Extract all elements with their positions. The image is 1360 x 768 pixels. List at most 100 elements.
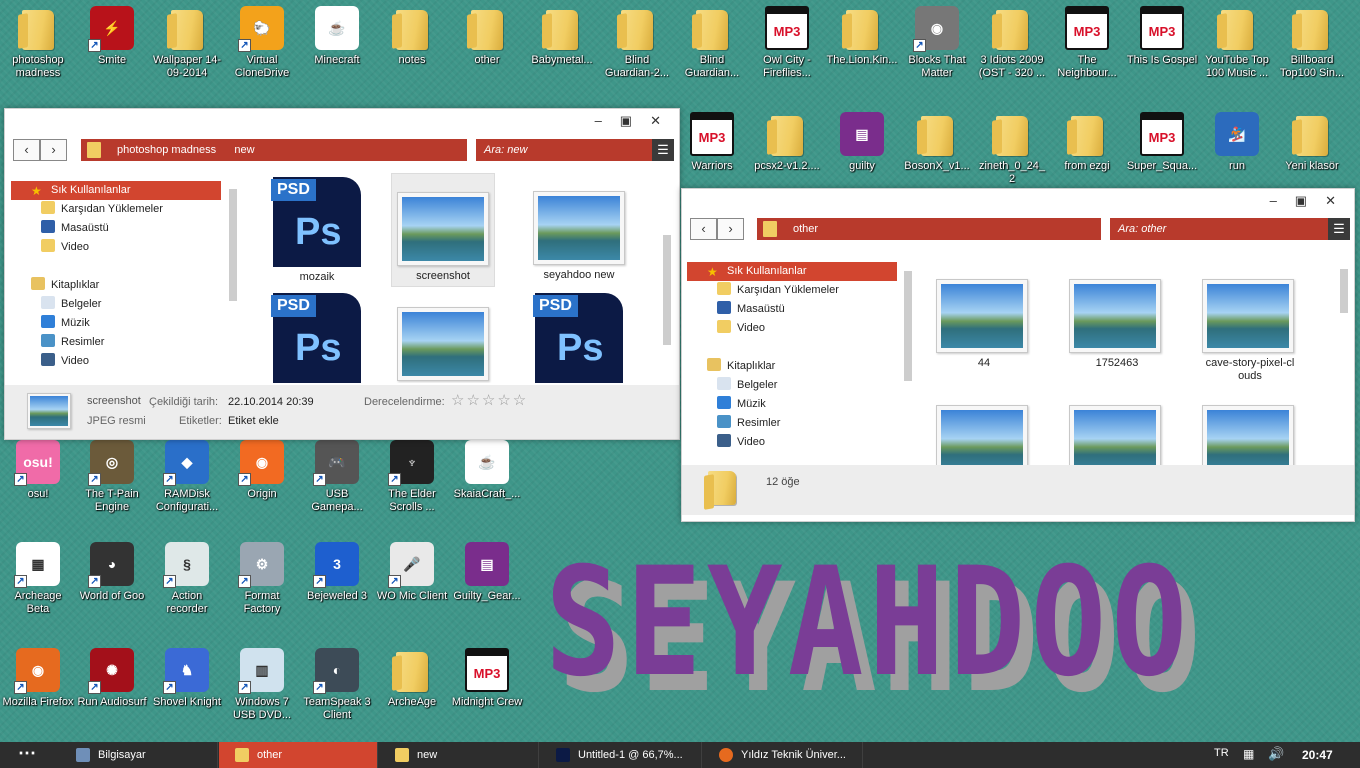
network-icon[interactable]: ▦ — [1243, 747, 1254, 761]
nav-item[interactable]: ★ Sık Kullanılanlar — [687, 262, 897, 281]
nav-item[interactable]: Video — [11, 238, 221, 257]
nav-item[interactable]: Video — [687, 433, 897, 452]
desktop-icon-item[interactable]: ▦ ↗ Archeage Beta — [0, 540, 76, 616]
volume-icon[interactable]: 🔊 — [1268, 746, 1284, 762]
search-input[interactable]: Ara: other — [1110, 218, 1328, 240]
desktop-icon-item[interactable]: 🐑 ↗ Virtual CloneDrive — [224, 4, 300, 80]
nav-item[interactable]: Masaüstü — [11, 219, 221, 238]
file-item[interactable]: 1752463 — [1069, 279, 1165, 370]
desktop-icon-item[interactable]: § ↗ Action recorder — [149, 540, 225, 616]
desktop-icon-item[interactable]: ◆ ↗ RAMDisk Configurati... — [149, 438, 225, 514]
forward-button[interactable]: › — [40, 139, 67, 161]
nav-item[interactable]: Belgeler — [687, 376, 897, 395]
desktop-icon-item[interactable]: ☕ Minecraft — [299, 4, 375, 67]
desktop-icon-item[interactable]: ◉ ↗ Mozilla Firefox — [0, 646, 76, 709]
nav-item[interactable]: Resimler — [687, 414, 897, 433]
taskbar-button[interactable]: Untitled-1 @ 66,7%... — [540, 742, 702, 768]
desktop-icon-item[interactable]: ▤ Guilty_Gear... — [449, 540, 525, 603]
clock[interactable]: 20:47 — [1302, 748, 1333, 762]
nav-item[interactable]: Kitaplıklar — [687, 357, 897, 376]
nav-item[interactable]: Kitaplıklar — [11, 276, 221, 295]
language-indicator[interactable]: TR — [1214, 747, 1229, 759]
desktop-icon-item[interactable]: 3 Idiots 2009 (OST - 320 ... — [974, 4, 1050, 80]
desktop-icon-item[interactable]: 🎮 ↗ USB Gamepa... — [299, 438, 375, 514]
desktop-icon-item[interactable]: ⚡ ↗ Smite — [74, 4, 150, 67]
file-item[interactable] — [391, 289, 495, 383]
desktop-icon-item[interactable]: 🎤 ↗ WO Mic Client — [374, 540, 450, 603]
file-item[interactable]: PSD Ps — [527, 289, 631, 383]
desktop-icon-item[interactable]: YouTube Top 100 Music ... — [1199, 4, 1275, 80]
nav-item[interactable]: Müzik — [687, 395, 897, 414]
nav-item[interactable]: ★ Sık Kullanılanlar — [11, 181, 221, 200]
desktop-icon-item[interactable]: Babymetal... — [524, 4, 600, 67]
taskbar-button[interactable]: Yıldız Teknik Üniver... — [703, 742, 863, 768]
desktop-icon-item[interactable]: zineth_0_24_2 — [974, 110, 1050, 186]
desktop-icon-item[interactable]: ◉ ↗ Origin — [224, 438, 300, 501]
close-icon[interactable]: ✕ — [1325, 193, 1336, 209]
desktop-icon-item[interactable]: notes — [374, 4, 450, 67]
nav-scrollbar[interactable] — [904, 271, 912, 381]
address-bar[interactable]: photoshop madness new — [81, 139, 467, 161]
desktop-icon-item[interactable]: Blind Guardian... — [674, 4, 750, 80]
nav-item[interactable]: Video — [687, 319, 897, 338]
desktop-icon-item[interactable]: osu! ↗ osu! — [0, 438, 76, 501]
nav-item[interactable]: Belgeler — [11, 295, 221, 314]
desktop-icon-item[interactable]: ✺ ↗ Run Audiosurf — [74, 646, 150, 709]
desktop-icon-item[interactable]: ☕ SkaiaCraft_... — [449, 438, 525, 501]
desktop-icon-item[interactable]: ArcheAge — [374, 646, 450, 709]
maximize-icon[interactable]: ▣ — [1295, 193, 1307, 209]
nav-item[interactable]: Video — [11, 352, 221, 371]
desktop-icon-item[interactable]: MP3 Warriors — [674, 110, 750, 173]
desktop-icon-item[interactable]: photoshop madness — [0, 4, 76, 80]
file-item[interactable] — [1202, 405, 1298, 465]
nav-item[interactable]: Resimler — [11, 333, 221, 352]
maximize-icon[interactable]: ▣ — [620, 113, 632, 129]
desktop-icon-item[interactable]: MP3 Midnight Crew — [449, 646, 525, 709]
file-item[interactable] — [1069, 405, 1165, 465]
file-item[interactable]: PSD Ps — [265, 289, 369, 383]
desktop-icon-item[interactable]: ◉ ↗ Blocks That Matter — [899, 4, 975, 80]
taskbar-button[interactable]: new — [379, 742, 539, 768]
nav-item[interactable]: Müzik — [11, 314, 221, 333]
desktop-icon-item[interactable]: MP3 Super_Squa... — [1124, 110, 1200, 173]
file-item[interactable]: seyahdoo new — [527, 173, 631, 287]
desktop-icon-item[interactable]: ♞ ↗ Shovel Knight — [149, 646, 225, 709]
file-item[interactable]: PSD Ps mozaik — [265, 173, 369, 287]
desktop-icon-item[interactable]: ◎ ↗ The T-Pain Engine — [74, 438, 150, 514]
start-button[interactable]: ⋯ — [0, 742, 54, 768]
nav-scrollbar[interactable] — [229, 189, 237, 301]
nav-item[interactable]: Karşıdan Yüklemeler — [11, 200, 221, 219]
menu-button[interactable]: ☰ — [1328, 218, 1350, 240]
desktop-icon-item[interactable]: from ezgi — [1049, 110, 1125, 173]
detail-tags-value[interactable]: Etiket ekle — [228, 415, 279, 427]
desktop-icon-item[interactable]: pcsx2-v1.2.... — [749, 110, 825, 173]
desktop-icon-item[interactable]: ♆ ↗ The Elder Scrolls ... — [374, 438, 450, 514]
back-button[interactable]: ‹ — [13, 139, 40, 161]
files-scrollbar[interactable] — [663, 235, 671, 345]
desktop-icon-item[interactable]: Blind Guardian-2... — [599, 4, 675, 80]
forward-button[interactable]: › — [717, 218, 744, 240]
file-item[interactable]: 44 — [936, 279, 1032, 370]
desktop-icon-item[interactable]: other — [449, 4, 525, 67]
taskbar-button[interactable]: Bilgisayar — [60, 742, 218, 768]
nav-item[interactable]: Karşıdan Yüklemeler — [687, 281, 897, 300]
desktop-icon-item[interactable]: Wallpaper 14-09-2014 — [149, 4, 225, 80]
desktop-icon-item[interactable]: ◐ ↗ TeamSpeak 3 Client — [299, 646, 375, 722]
desktop-icon-item[interactable]: ◕ ↗ World of Goo — [74, 540, 150, 603]
file-item[interactable]: screenshot — [391, 173, 495, 287]
menu-button[interactable]: ☰ — [652, 139, 674, 161]
taskbar-button[interactable]: other — [219, 742, 378, 768]
back-button[interactable]: ‹ — [690, 218, 717, 240]
desktop-icon-item[interactable]: Yeni klasör — [1274, 110, 1350, 173]
desktop-icon-item[interactable]: MP3 This Is Gospel — [1124, 4, 1200, 67]
desktop-icon-item[interactable]: ⚙ ↗ Format Factory — [224, 540, 300, 616]
desktop-icon-item[interactable]: MP3 The Neighbour... — [1049, 4, 1125, 80]
rating-stars[interactable]: ☆☆☆☆☆ — [451, 391, 528, 409]
desktop-icon-item[interactable]: Billboard Top100 Sin... — [1274, 4, 1350, 80]
files-scrollbar[interactable] — [1340, 269, 1348, 313]
nav-item[interactable]: Masaüstü — [687, 300, 897, 319]
address-bar[interactable]: other — [757, 218, 1101, 240]
desktop-icon-item[interactable]: The.Lion.Kin... — [824, 4, 900, 67]
desktop-icon-item[interactable]: ▥ ↗ Windows 7 USB DVD... — [224, 646, 300, 722]
desktop-icon-item[interactable]: 3 ↗ Bejeweled 3 — [299, 540, 375, 603]
